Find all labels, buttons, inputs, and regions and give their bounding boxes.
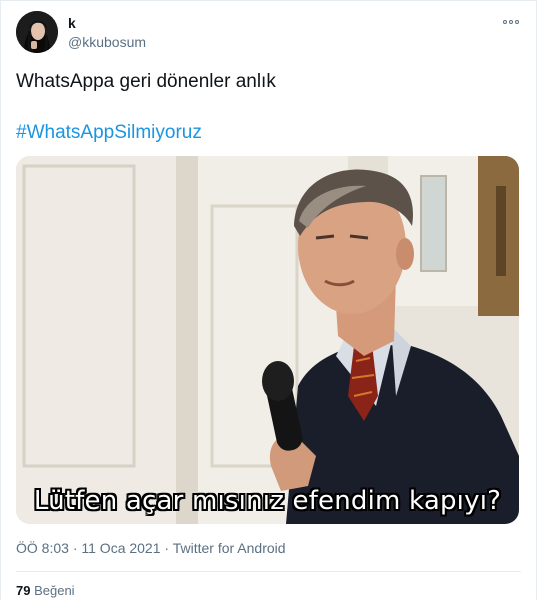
media-caption: Lütfen açar mısınız efendim kapıyı? [33, 486, 502, 516]
tweet-header: k @kkubosum [16, 11, 521, 61]
tweet-meta: ÖÖ 8:03 · 11 Oca 2021 · Twitter for Andr… [16, 539, 286, 557]
display-name[interactable]: k [68, 14, 146, 32]
likes-count: 79 [16, 583, 31, 598]
meta-separator: · [72, 540, 78, 556]
more-options-icon[interactable] [501, 15, 521, 29]
media-image [16, 156, 519, 524]
tweet-date[interactable]: 11 Oca 2021 [81, 540, 160, 556]
user-handle[interactable]: @kkubosum [68, 33, 146, 51]
tweet-client[interactable]: Twitter for Android [173, 540, 286, 556]
tweet-time[interactable]: ÖÖ 8:03 [16, 540, 69, 556]
avatar[interactable] [16, 11, 58, 53]
hashtag-link[interactable]: #WhatsAppSilmiyoruz [16, 122, 202, 143]
avatar-image [16, 11, 58, 53]
tweet-stats[interactable]: 79 Beğeni [16, 583, 75, 599]
meta-separator-2: · [164, 540, 170, 556]
tweet-text: WhatsAppa geri dönenler anlık [16, 71, 276, 92]
divider [16, 571, 521, 572]
likes-label: Beğeni [34, 583, 75, 598]
tweet-media[interactable]: Lütfen açar mısınız efendim kapıyı? [16, 156, 519, 524]
user-names: k @kkubosum [68, 14, 146, 51]
tweet-card: k @kkubosum WhatsAppa geri dönenler anlı… [0, 0, 537, 600]
tweet-hashtag-line: #WhatsAppSilmiyoruz [16, 120, 202, 146]
